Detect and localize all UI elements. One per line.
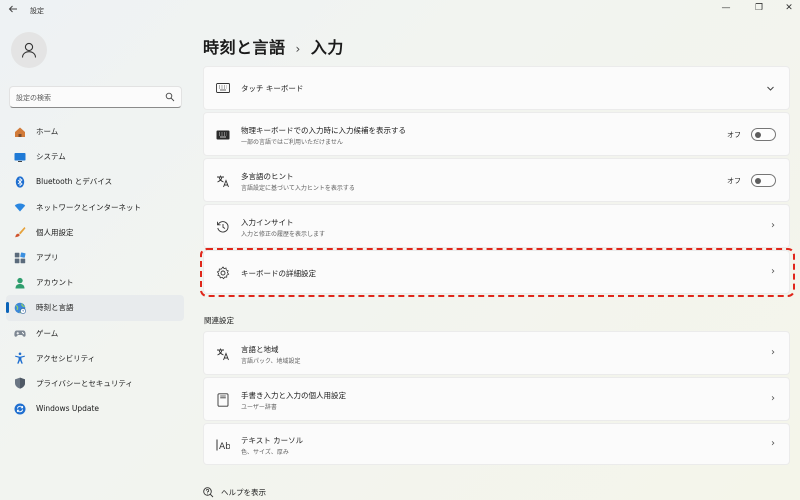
search-box[interactable]	[9, 86, 182, 108]
card-subtitle: 言語パック、地域設定	[241, 358, 301, 365]
breadcrumb-parent[interactable]: 時刻と言語	[203, 38, 286, 57]
title-bar: 設定 — ❐ ✕	[0, 0, 800, 22]
notebook-icon	[216, 393, 230, 407]
highlight-annotation	[200, 248, 795, 297]
toggle-state-label: オフ	[727, 177, 741, 185]
gamepad-icon	[14, 327, 26, 339]
sidebar-item-label: Windows Update	[36, 404, 100, 414]
update-icon	[14, 403, 26, 415]
card-title: 入力インサイト	[241, 218, 294, 227]
apps-icon	[14, 252, 26, 264]
card-title: タッチ キーボード	[241, 84, 304, 93]
language-icon	[216, 347, 230, 361]
sidebar-item-accounts[interactable]: アカウント	[6, 270, 184, 295]
app-title: 設定	[30, 7, 44, 15]
sidebar-item-accessibility[interactable]: アクセシビリティ	[6, 346, 184, 371]
sidebar-item-label: ゲーム	[36, 328, 59, 338]
sidebar-item-label: アクセシビリティ	[36, 353, 96, 363]
wifi-icon	[14, 201, 26, 213]
sidebar-item-label: ネットワークとインターネット	[36, 202, 141, 212]
accessibility-icon	[14, 352, 26, 365]
help-label: ヘルプを表示	[221, 488, 266, 497]
sidebar-item-privacy-security[interactable]: プライバシーとセキュリティ	[6, 371, 184, 396]
chevron-down-icon[interactable]	[766, 84, 775, 93]
card-subtitle: 色、サイズ、厚み	[241, 449, 289, 456]
search-input[interactable]	[16, 91, 156, 104]
sidebar-item-home[interactable]: ホーム	[6, 119, 184, 144]
multilingual-hints-toggle[interactable]	[751, 174, 776, 187]
text-cursor-card[interactable]: Ab テキスト カーソル 色、サイズ、厚み ›	[203, 423, 790, 465]
sidebar-item-label: アプリ	[36, 253, 59, 263]
sidebar-item-label: ホーム	[36, 127, 59, 137]
sidebar-item-apps[interactable]: アプリ	[6, 245, 184, 270]
minimize-button[interactable]: —	[718, 2, 734, 14]
keyboard-icon	[216, 81, 230, 95]
arrow-left-icon	[8, 5, 17, 13]
card-subtitle: 一部の言語ではご利用いただけません	[241, 139, 343, 146]
sidebar-item-label: 時刻と言語	[36, 303, 74, 313]
nav-list: ホーム システム Bluetooth とデバイス ネットワークとインターネット …	[6, 119, 184, 421]
chevron-right-icon: ›	[771, 347, 775, 358]
system-icon	[14, 151, 26, 163]
back-button[interactable]	[6, 4, 20, 18]
card-title: テキスト カーソル	[241, 436, 304, 445]
language-region-card[interactable]: 言語と地域 言語パック、地域設定 ›	[203, 331, 790, 375]
sidebar-item-label: Bluetooth とデバイス	[36, 177, 113, 187]
breadcrumb-current: 入力	[310, 38, 344, 57]
handwriting-personalization-card[interactable]: 手書き入力と入力の個人用設定 ユーザー辞書 ›	[203, 377, 790, 421]
breadcrumb-separator: ›	[295, 42, 301, 56]
chevron-right-icon: ›	[771, 220, 775, 231]
home-icon	[14, 126, 26, 138]
sidebar-item-label: システム	[36, 152, 66, 162]
sidebar-item-time-language[interactable]: 時刻と言語	[6, 295, 184, 321]
physical-keyboard-suggestions-card: 物理キーボードでの入力時に入力候補を表示する 一部の言語ではご利用いただけません…	[203, 112, 790, 156]
typing-insights-card[interactable]: 入力インサイト 入力と修正の履歴を表示します ›	[203, 204, 790, 248]
language-icon	[216, 174, 230, 188]
card-subtitle: 言語設定に基づいて入力ヒントを表示する	[241, 185, 355, 192]
sidebar-item-system[interactable]: システム	[6, 144, 184, 169]
sidebar-item-label: プライバシーとセキュリティ	[36, 378, 133, 388]
user-icon	[21, 42, 37, 58]
sidebar-item-label: 個人用設定	[36, 227, 74, 237]
sidebar-item-label: アカウント	[36, 278, 74, 288]
globe-clock-icon	[14, 302, 26, 314]
sidebar-item-bluetooth[interactable]: Bluetooth とデバイス	[6, 169, 184, 194]
sidebar: ホーム システム Bluetooth とデバイス ネットワークとインターネット …	[0, 22, 190, 500]
maximize-button[interactable]: ❐	[751, 2, 767, 14]
search-icon[interactable]	[165, 92, 175, 102]
card-title: 手書き入力と入力の個人用設定	[241, 391, 346, 400]
card-subtitle: 入力と修正の履歴を表示します	[241, 231, 326, 238]
card-title: 多言語のヒント	[241, 172, 294, 181]
sidebar-item-gaming[interactable]: ゲーム	[6, 321, 184, 346]
sidebar-item-windows-update[interactable]: Windows Update	[6, 396, 184, 421]
physical-keyboard-suggestions-toggle[interactable]	[751, 128, 776, 141]
toggle-state-label: オフ	[727, 131, 741, 139]
help-icon	[203, 487, 214, 498]
card-title: 言語と地域	[241, 345, 279, 354]
multilingual-hints-card: 多言語のヒント 言語設定に基づいて入力ヒントを表示する オフ	[203, 158, 790, 202]
sidebar-item-network[interactable]: ネットワークとインターネット	[6, 195, 184, 220]
get-help-link[interactable]: ヘルプを表示	[203, 487, 266, 498]
close-button[interactable]: ✕	[781, 2, 797, 14]
sidebar-item-personalization[interactable]: 個人用設定	[6, 220, 184, 245]
breadcrumb: 時刻と言語 › 入力	[203, 34, 344, 58]
chevron-right-icon: ›	[771, 438, 775, 449]
chevron-right-icon: ›	[771, 393, 775, 404]
card-title: 物理キーボードでの入力時に入力候補を表示する	[241, 126, 406, 135]
bluetooth-icon	[14, 176, 26, 188]
account-icon	[14, 277, 26, 289]
history-icon	[216, 220, 230, 234]
avatar[interactable]	[11, 32, 47, 68]
keyboard-icon	[216, 128, 230, 142]
touch-keyboard-card[interactable]: タッチ キーボード	[203, 66, 790, 110]
related-settings-heading: 関連設定	[204, 316, 234, 325]
svg-text:Ab: Ab	[219, 442, 230, 451]
shield-icon	[14, 377, 26, 390]
card-subtitle: ユーザー辞書	[241, 404, 277, 411]
text-cursor-icon: Ab	[216, 438, 230, 452]
brush-icon	[14, 226, 26, 238]
